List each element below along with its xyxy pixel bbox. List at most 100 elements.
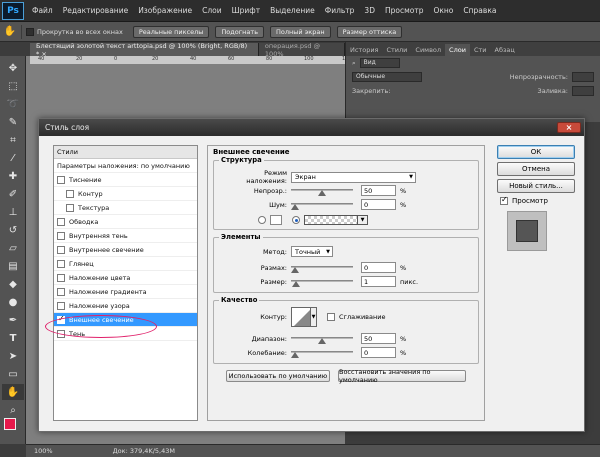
style-list-item[interactable]: Внутренняя тень [54,229,197,243]
menu-item[interactable]: Редактирование [58,6,133,15]
filter-kind-select[interactable]: Вид [359,58,400,68]
quick-select-tool-icon[interactable]: ✎ [2,114,24,130]
style-checkbox[interactable] [66,189,74,198]
panel-tab[interactable]: Символ [411,44,445,56]
size-slider[interactable] [291,276,353,287]
opacity-knob[interactable] [318,190,326,196]
layer-opacity-field[interactable] [572,72,594,82]
style-checkbox[interactable] [57,259,65,268]
panel-tab[interactable]: История [346,44,382,56]
scroll-all-checkbox[interactable] [26,27,34,36]
print-size-button[interactable]: Размер оттиска [336,25,403,38]
eyedropper-tool-icon[interactable]: ⁄ [2,150,24,166]
contour-picker[interactable] [291,307,311,327]
actual-pixels-button[interactable]: Реальные пикселы [132,25,210,38]
chevron-down-icon[interactable]: ▼ [311,307,317,327]
style-list-item[interactable]: Глянец [54,257,197,271]
pen-tool-icon[interactable]: ✒ [2,312,24,328]
brush-tool-icon[interactable]: ✐ [2,186,24,202]
style-list-item[interactable]: Текстура [54,201,197,215]
style-checkbox[interactable] [57,301,65,310]
preview-option[interactable]: Просмотр [500,195,575,205]
new-style-button[interactable]: Новый стиль... [497,179,575,193]
style-list-item[interactable]: Внешнее свечение [54,313,197,327]
menu-item[interactable]: Выделение [265,6,320,15]
noise-knob[interactable] [291,204,299,210]
antialias-checkbox[interactable] [327,313,335,321]
style-checkbox[interactable] [57,231,65,240]
spread-input[interactable]: 0 [361,262,396,273]
styles-header[interactable]: Стили [54,146,197,159]
tab-document-inactive[interactable]: операция.psd @ 100% [258,42,345,58]
move-tool-icon[interactable]: ✥ [2,60,24,76]
color-radio[interactable] [258,216,266,224]
jitter-slider[interactable] [291,347,353,358]
style-list-item[interactable]: Внутреннее свечение [54,243,197,257]
range-input[interactable]: 50 [361,333,396,344]
stamp-tool-icon[interactable]: ⊥ [2,204,24,220]
crop-tool-icon[interactable]: ⌗ [2,132,24,148]
hand-tool-icon[interactable]: ✋ [2,384,24,400]
zoom-tool-icon[interactable]: ⌕ [2,402,24,418]
fullscreen-button[interactable]: Полный экран [270,25,331,38]
style-checkbox[interactable] [57,175,65,184]
range-slider[interactable] [291,333,353,344]
opacity-slider[interactable] [291,185,353,196]
hand-tool-icon[interactable]: ✋ [3,25,17,39]
opacity-input[interactable]: 50 [361,185,396,196]
gradient-tool-icon[interactable]: ▤ [2,258,24,274]
menu-item[interactable]: Файл [27,6,58,15]
chevron-down-icon[interactable]: ▼ [357,216,367,224]
style-list-item[interactable]: Параметры наложения: по умолчанию [54,159,197,173]
healing-tool-icon[interactable]: ✚ [2,168,24,184]
size-input[interactable]: 1 [361,276,396,287]
style-checkbox[interactable] [57,329,65,338]
style-checkbox[interactable] [66,203,74,212]
glow-color-swatch[interactable] [270,215,282,225]
dialog-titlebar[interactable]: Стиль слоя × [39,119,584,136]
style-list-item[interactable]: Тень [54,327,197,341]
style-checkbox[interactable] [57,245,65,254]
type-tool-icon[interactable]: T [2,330,24,346]
shape-tool-icon[interactable]: ▭ [2,366,24,382]
ok-button[interactable]: ОК [497,145,575,159]
glow-gradient-picker[interactable]: ▼ [304,215,368,225]
style-list-item[interactable]: Наложение узора [54,299,197,313]
style-list-item[interactable]: Обводка [54,215,197,229]
menu-item[interactable]: Окно [428,6,458,15]
dodge-tool-icon[interactable]: ● [2,294,24,310]
spread-knob[interactable] [291,267,299,273]
tab-document-active[interactable]: Блестящий золотой текст arttopia.psd @ 1… [30,42,259,58]
size-knob[interactable] [291,281,300,287]
make-default-button[interactable]: Использовать по умолчанию [226,370,330,382]
layer-blend-select[interactable]: Обычные [352,72,422,82]
menu-item[interactable]: Изображение [133,6,197,15]
marquee-tool-icon[interactable]: ⬚ [2,78,24,94]
zoom-level[interactable]: 100% [34,447,53,455]
style-list-item[interactable]: Наложение градиента [54,285,197,299]
noise-slider[interactable] [291,199,353,210]
style-list-item[interactable]: Контур [54,187,197,201]
menu-item[interactable]: Фильтр [320,6,360,15]
reset-default-button[interactable]: Восстановить значения по умолчанию [338,368,466,384]
style-checkbox[interactable] [57,273,65,282]
path-select-tool-icon[interactable]: ➤ [2,348,24,364]
menu-item[interactable]: Шрифт [227,6,265,15]
fill-field[interactable] [572,86,594,96]
style-checkbox[interactable] [57,314,65,324]
style-checkbox[interactable] [57,287,65,296]
scroll-all-windows-option[interactable]: Прокрутка во всех окнах [26,27,123,36]
style-checkbox[interactable] [57,217,65,226]
method-select[interactable]: Точный ▼ [291,246,333,257]
style-list-item[interactable]: Наложение цвета [54,271,197,285]
blend-mode-select[interactable]: Экран ▼ [291,171,416,183]
panel-tab[interactable]: Стили [382,44,411,56]
lasso-tool-icon[interactable]: ➰ [2,96,24,112]
jitter-input[interactable]: 0 [361,347,396,358]
jitter-knob[interactable] [291,352,299,358]
fit-screen-button[interactable]: Подогнать [215,25,265,38]
menu-item[interactable]: Слои [197,6,227,15]
range-knob[interactable] [318,338,326,344]
style-list-item[interactable]: Тиснение [54,173,197,187]
spread-slider[interactable] [291,262,353,273]
